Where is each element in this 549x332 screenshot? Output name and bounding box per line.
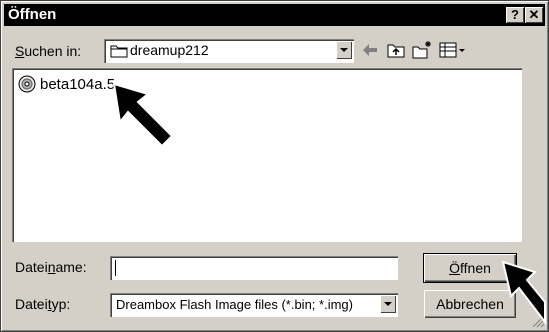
filename-label-post: ame:: [55, 259, 87, 275]
up-folder-icon[interactable]: [385, 39, 407, 61]
filetype-combo[interactable]: Dreambox Flash Image files (*.bin; *.img…: [110, 293, 398, 317]
filetype-label: Dateityp:: [15, 296, 70, 312]
back-icon[interactable]: [359, 39, 381, 61]
file-name: beta104a.5: [40, 76, 116, 93]
look-in-combo[interactable]: dreamup212: [104, 39, 354, 63]
view-menu-icon[interactable]: [438, 39, 468, 61]
file-list[interactable]: beta104a.5: [12, 68, 522, 242]
filetype-label-post: yp:: [51, 296, 71, 312]
look-in-label-accel: S: [15, 43, 25, 59]
new-folder-icon[interactable]: [411, 39, 433, 61]
open-button-post: ffnen: [460, 260, 491, 276]
look-in-label: Suchen in:: [15, 43, 81, 59]
filename-label: Dateiname:: [15, 259, 87, 275]
pointer-arrow-icon: [501, 260, 546, 325]
filetype-dropdown-arrow[interactable]: [380, 295, 396, 313]
window-title: Öffnen: [8, 6, 57, 23]
look-in-label-post: uchen in:: [24, 43, 82, 59]
open-button-accel: Ö: [449, 260, 460, 276]
disc-image-icon: [18, 75, 36, 93]
look-in-value: dreamup212: [130, 42, 209, 58]
open-file-dialog: Öffnen ? ✕ Suchen in: dreamup212 beta104…: [0, 0, 549, 332]
title-bar[interactable]: Öffnen ? ✕: [4, 4, 545, 26]
folder-icon: [110, 45, 128, 58]
help-button[interactable]: ?: [506, 7, 524, 23]
close-button[interactable]: ✕: [525, 7, 543, 23]
filetype-label-pre: Datei: [15, 296, 48, 312]
filetype-value: Dreambox Flash Image files (*.bin; *.img…: [116, 297, 353, 312]
look-in-dropdown-arrow[interactable]: [336, 41, 352, 59]
filename-label-pre: Datei: [15, 259, 48, 275]
filename-field[interactable]: [110, 256, 398, 280]
text-caret: [115, 260, 116, 276]
pointer-arrow-icon: [112, 82, 174, 148]
